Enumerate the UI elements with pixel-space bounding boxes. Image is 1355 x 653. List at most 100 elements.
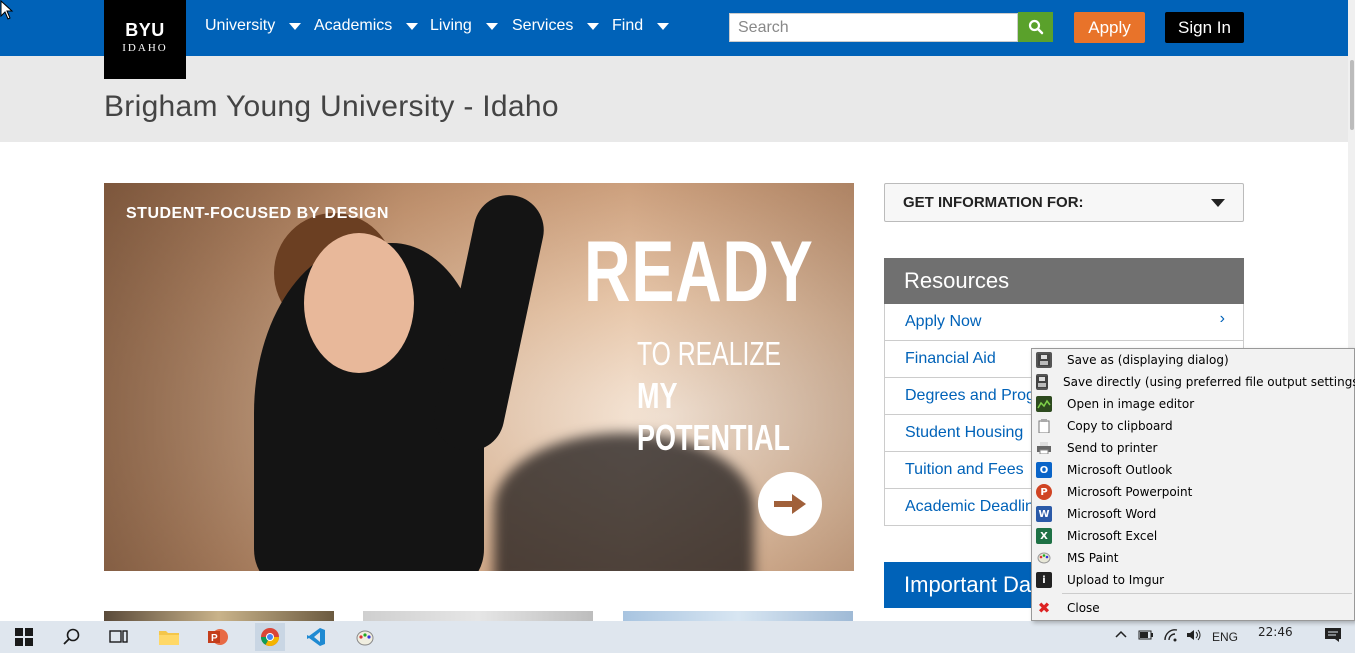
menu-item-label: Close: [1067, 601, 1100, 615]
hero-subline-1: TO REALIZE: [637, 335, 781, 372]
chevron-right-icon: ›: [1219, 310, 1225, 327]
powerpoint-icon: P: [208, 629, 228, 645]
nav-find[interactable]: Find: [612, 17, 670, 35]
hero-banner[interactable]: STUDENT-FOCUSED BY DESIGN READY TO REALI…: [104, 183, 854, 571]
hero-tagline: STUDENT-FOCUSED BY DESIGN: [126, 205, 389, 222]
nav-services[interactable]: Services: [512, 17, 600, 35]
windows-start-icon: [15, 628, 33, 646]
taskbar-vscode[interactable]: [304, 625, 328, 649]
clock-time: 22:46: [1258, 625, 1293, 639]
chevron-down-icon: [587, 22, 600, 30]
menu-item-ms-paint[interactable]: MS Paint: [1032, 547, 1354, 569]
arrow-right-icon: [774, 494, 806, 514]
resource-label: Tuition and Fees: [905, 461, 1024, 478]
outlook-icon: O: [1036, 462, 1052, 478]
word-icon: W: [1036, 506, 1052, 522]
search-button[interactable]: [1018, 12, 1053, 42]
menu-item-label: Microsoft Excel: [1067, 529, 1158, 543]
chevron-down-icon: [1211, 198, 1225, 207]
logo-text-idaho: IDAHO: [122, 42, 168, 54]
chrome-icon: [261, 628, 279, 647]
taskbar-powerpoint[interactable]: P: [206, 625, 230, 649]
excel-icon: X: [1036, 528, 1052, 544]
resource-apply-now[interactable]: Apply Now ›: [884, 304, 1244, 341]
screenshot-context-menu: Save as (displaying dialog) Save directl…: [1031, 348, 1355, 621]
thumbnail-2[interactable]: [363, 611, 593, 621]
printer-icon: [1036, 440, 1052, 456]
chevron-down-icon: [657, 22, 670, 30]
byu-idaho-logo[interactable]: BYU IDAHO: [104, 0, 186, 79]
resources-title: Resources: [884, 258, 1244, 304]
menu-item-label: MS Paint: [1067, 551, 1119, 565]
volume-icon[interactable]: [1186, 628, 1202, 645]
get-information-label: GET INFORMATION FOR:: [903, 194, 1084, 211]
imgur-icon: i: [1036, 572, 1052, 588]
task-view-button[interactable]: [107, 625, 131, 649]
paint-icon: [356, 630, 374, 646]
top-navigation-bar: [0, 0, 1355, 56]
menu-item-label: Microsoft Word: [1067, 507, 1157, 521]
hero-next-button[interactable]: [758, 472, 822, 536]
resource-label: Apply Now: [905, 313, 982, 330]
floppy-icon: [1036, 374, 1048, 390]
resource-label: Financial Aid: [905, 350, 996, 367]
svg-text:P: P: [211, 633, 218, 644]
logo-text-byu: BYU: [125, 20, 165, 40]
menu-item-send-printer[interactable]: Send to printer: [1032, 437, 1354, 459]
hero-subline-2: MY POTENTIAL: [637, 375, 790, 458]
nav-living[interactable]: Living: [430, 17, 498, 35]
menu-item-close[interactable]: ✖ Close: [1032, 597, 1354, 619]
search-icon: [63, 628, 80, 645]
taskbar-file-explorer[interactable]: [157, 625, 181, 649]
nav-academics-label: Academics: [314, 17, 393, 34]
menu-item-outlook[interactable]: O Microsoft Outlook: [1032, 459, 1354, 481]
taskbar-search-button[interactable]: [60, 625, 84, 649]
folder-icon: [159, 631, 179, 645]
apply-button[interactable]: Apply: [1074, 12, 1145, 43]
menu-item-label: Open in image editor: [1067, 397, 1195, 411]
menu-item-open-image-editor[interactable]: Open in image editor: [1032, 393, 1354, 415]
nav-academics[interactable]: Academics: [314, 17, 419, 35]
sign-in-button[interactable]: Sign In: [1165, 12, 1244, 43]
menu-item-word[interactable]: W Microsoft Word: [1032, 503, 1354, 525]
title-band: Brigham Young University - Idaho: [0, 56, 1348, 142]
scrollbar-thumb[interactable]: [1350, 60, 1354, 130]
menu-item-copy-clipboard[interactable]: Copy to clipboard: [1032, 415, 1354, 437]
page-title: Brigham Young University - Idaho: [104, 90, 559, 123]
menu-item-powerpoint[interactable]: P Microsoft Powerpoint: [1032, 481, 1354, 503]
mouse-cursor: [0, 0, 14, 20]
hero-headline: READY: [584, 224, 814, 320]
chevron-down-icon: [485, 22, 498, 30]
paint-icon: [1036, 550, 1052, 566]
floppy-icon: [1036, 352, 1052, 368]
chevron-down-icon: [406, 22, 419, 30]
menu-item-label: Upload to Imgur: [1067, 573, 1165, 587]
nav-living-label: Living: [430, 17, 472, 34]
thumbnail-1[interactable]: [104, 611, 334, 621]
clipboard-icon: [1036, 418, 1052, 434]
search-input[interactable]: [729, 13, 1018, 42]
search-icon: [1028, 19, 1043, 35]
windows-taskbar: P ENG 22:46: [0, 621, 1355, 653]
taskbar-clock[interactable]: 22:46: [1258, 625, 1293, 639]
taskbar-chrome[interactable]: [255, 623, 285, 651]
menu-item-excel[interactable]: X Microsoft Excel: [1032, 525, 1354, 547]
thumbnail-3[interactable]: [623, 611, 853, 621]
close-icon: ✖: [1037, 599, 1051, 617]
menu-item-upload-imgur[interactable]: i Upload to Imgur: [1032, 569, 1354, 591]
nav-university[interactable]: University: [205, 17, 302, 35]
taskbar-paint[interactable]: [353, 625, 377, 649]
hero-dancer-face: [304, 233, 414, 373]
start-button[interactable]: [12, 625, 36, 649]
menu-item-save-directly[interactable]: Save directly (using preferred file outp…: [1032, 371, 1355, 393]
nav-find-label: Find: [612, 17, 644, 34]
language-indicator[interactable]: ENG: [1212, 630, 1238, 644]
battery-icon[interactable]: [1138, 629, 1154, 644]
notification-center-button[interactable]: [1324, 627, 1342, 646]
menu-item-label: Save as (displaying dialog): [1067, 353, 1229, 367]
menu-item-save-as[interactable]: Save as (displaying dialog): [1032, 349, 1354, 371]
wifi-icon[interactable]: [1163, 628, 1179, 645]
get-information-dropdown[interactable]: GET INFORMATION FOR:: [884, 183, 1244, 222]
show-hidden-icons-button[interactable]: [1115, 628, 1127, 642]
menu-item-label: Microsoft Outlook: [1067, 463, 1173, 477]
